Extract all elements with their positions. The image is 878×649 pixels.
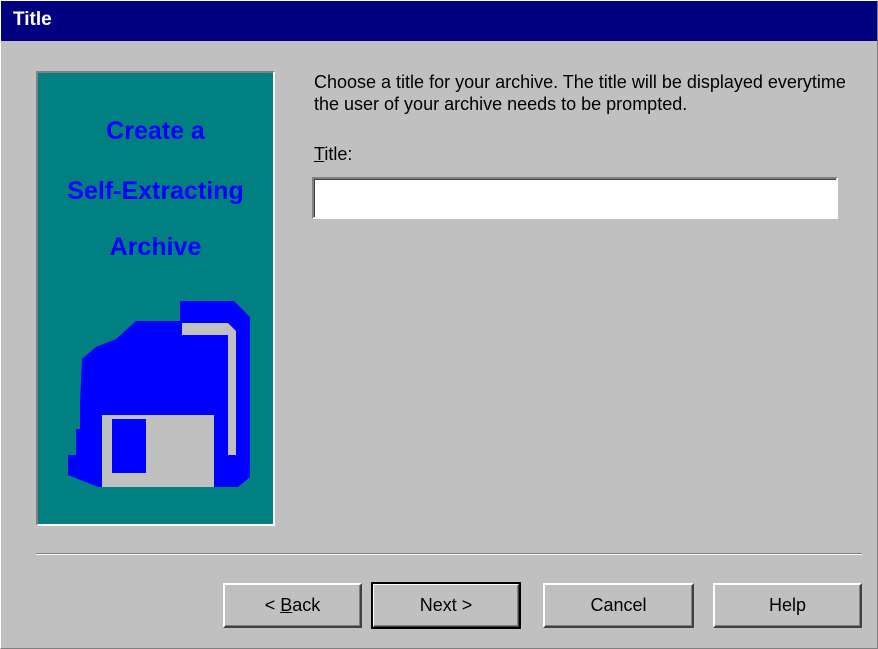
help-button[interactable]: Help: [713, 583, 862, 628]
cancel-button[interactable]: Cancel: [543, 583, 694, 628]
title-bar: Title: [1, 1, 877, 41]
title-input[interactable]: [312, 177, 838, 219]
window-title: Title: [13, 9, 52, 30]
title-label-mnemonic: T: [314, 144, 325, 164]
title-label-rest: itle:: [324, 144, 353, 164]
back-prefix: <: [264, 595, 281, 615]
instructions-text: Choose a title for your archive. The tit…: [314, 72, 846, 114]
wizard-dialog: Title Create a Self-Extracting Archive C…: [0, 0, 878, 649]
back-rest: ack: [292, 595, 321, 615]
floppy-disk-icon: [68, 301, 250, 487]
next-button[interactable]: Next >: [371, 582, 521, 629]
back-mnemonic: B: [280, 595, 293, 615]
wizard-banner: Create a Self-Extracting Archive: [36, 71, 275, 526]
title-field-label: Title:: [314, 144, 352, 165]
back-button[interactable]: < Back: [223, 583, 362, 628]
button-divider: [36, 553, 862, 555]
